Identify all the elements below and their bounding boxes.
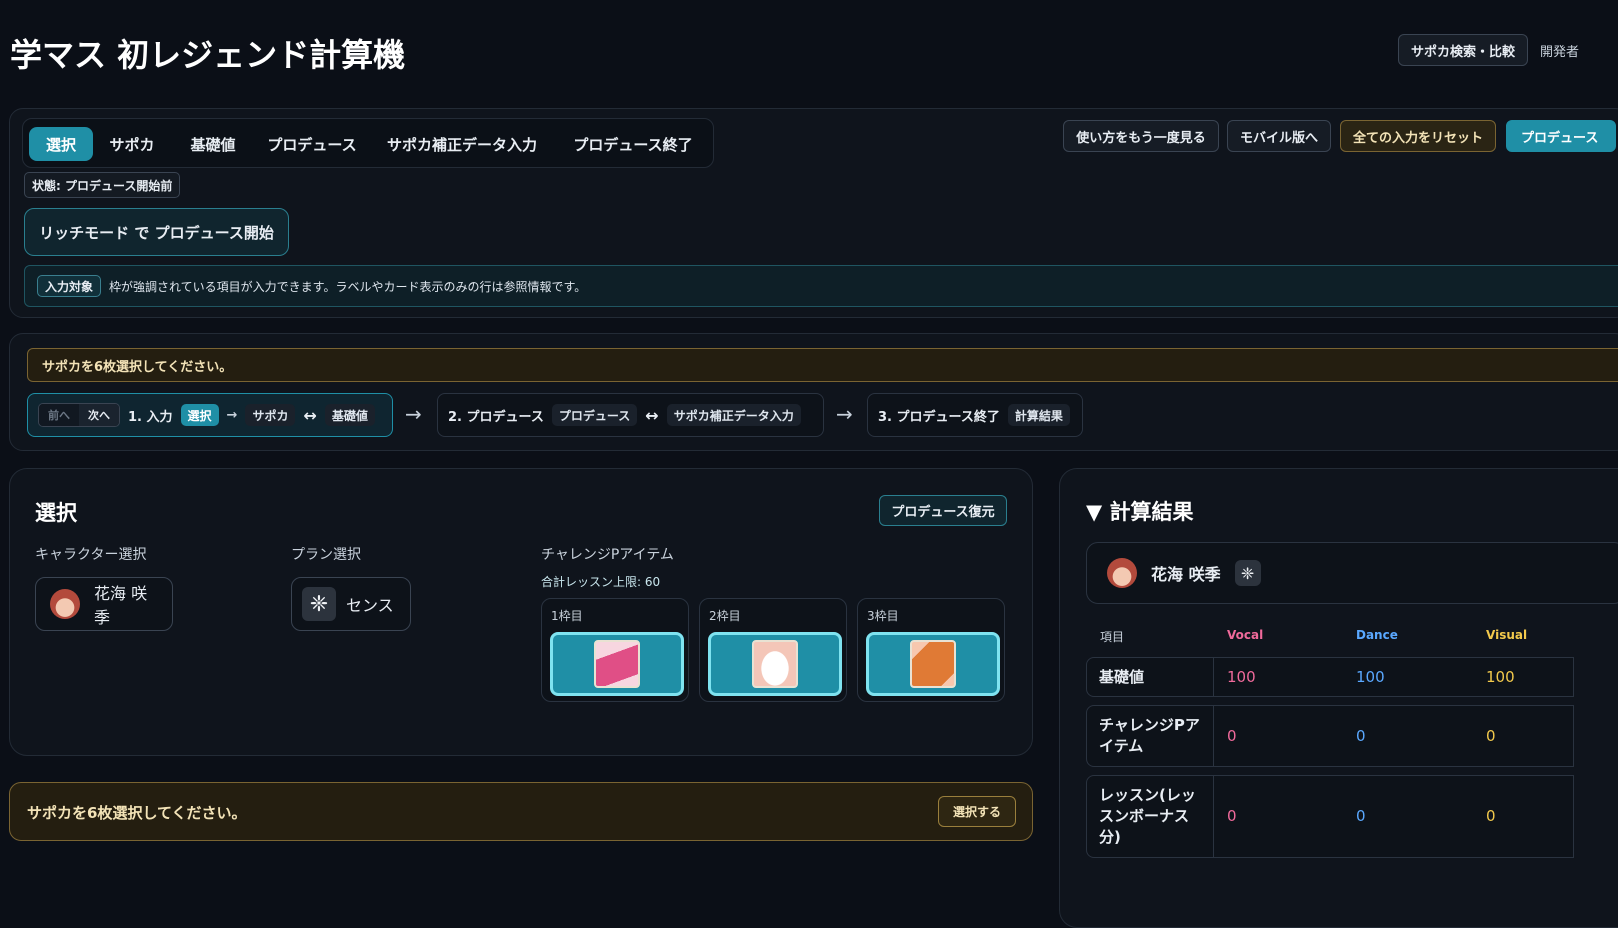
tab-select[interactable]: 選択 (29, 127, 93, 161)
step1-support-card[interactable]: サポカ (245, 404, 296, 426)
flow-panel: サポカを6枚選択してください。 前へ 次へ 1. 入力 選択 → サポカ ↔ 基… (9, 333, 1618, 451)
col-header-dance: Dance (1356, 628, 1398, 642)
support-card-search-button[interactable]: サポカ検索・比較 (1398, 34, 1528, 66)
slot-label: 1枠目 (551, 609, 583, 623)
plan-select[interactable]: ❈ センス (291, 577, 411, 631)
vocal-value: 0 (1227, 807, 1237, 825)
result-character-name: 花海 咲季 (1151, 565, 1221, 584)
info-bar: 入力対象 枠が強調されている項目が入力できます。ラベルやカード表示のみの行は参照… (24, 265, 1618, 307)
sense-plan-icon: ❈ (1234, 560, 1261, 586)
tab-produce[interactable]: プロデュース (259, 127, 365, 161)
flow-warning: サポカを6枚選択してください。 (27, 348, 1618, 382)
visual-value: 0 (1486, 807, 1496, 825)
step3-result[interactable]: 計算結果 (1007, 404, 1070, 426)
dance-value: 100 (1356, 668, 1385, 686)
input-target-tag: 入力対象 (37, 275, 102, 297)
prev-button[interactable]: 前へ (39, 404, 79, 426)
status-badge: 状態: プロデュース開始前 (24, 172, 181, 198)
mobile-version-button[interactable]: モバイル版へ (1227, 120, 1331, 152)
visual-value: 100 (1486, 668, 1515, 686)
plan-select-label: プラン選択 (291, 547, 361, 563)
col-header-vocal: Vocal (1227, 628, 1264, 642)
row-label: 基礎値 (1086, 657, 1214, 697)
flow-warning-text: サポカを6枚選択してください。 (42, 359, 233, 375)
slot-label: 3枠目 (867, 609, 899, 623)
vocal-value: 0 (1227, 727, 1237, 745)
restore-produce-button[interactable]: プロデュース復元 (879, 495, 1007, 526)
visual-value: 0 (1486, 727, 1496, 745)
col-header-visual: Visual (1486, 628, 1528, 642)
step1-title: 1. 入力 (128, 409, 173, 425)
row-body (1214, 775, 1574, 858)
produce-button[interactable]: プロデュース (1506, 120, 1616, 152)
white-hat-item-icon (752, 640, 798, 688)
step2-support-card-correction[interactable]: サポカ補正データ入力 (666, 404, 801, 426)
dance-value: 0 (1356, 807, 1366, 825)
result-heading: ▼ 計算結果 (1086, 500, 1194, 524)
character-avatar-icon (1107, 558, 1137, 588)
character-select-value: 花海 咲季 (94, 584, 148, 627)
tab-base-stats[interactable]: 基礎値 (173, 127, 253, 161)
challenge-slot-2[interactable]: 2枠目 (699, 598, 847, 702)
select-heading: 選択 (35, 501, 77, 525)
info-text: 枠が強調されている項目が入力できます。ラベルやカード表示のみの行は参照情報です。 (109, 279, 587, 294)
step1-base-stats[interactable]: 基礎値 (324, 404, 375, 426)
tab-support-card-correction[interactable]: サポカ補正データ入力 (373, 127, 551, 161)
tab-support-card[interactable]: サポカ (99, 127, 165, 161)
challenge-slots: 1枠目 2枠目 3枠目 (541, 598, 1008, 704)
flow-step-input: 前へ 次へ 1. 入力 選択 → サポカ ↔ 基礎値 (27, 393, 393, 437)
flow-arrow-icon: → (226, 407, 238, 423)
slot-item[interactable] (708, 632, 842, 696)
select-support-card-button[interactable]: 選択する (938, 796, 1016, 827)
step1-select[interactable]: 選択 (180, 404, 219, 426)
select-panel: 選択 プロデュース復元 キャラクター選択 花海 咲季 プラン選択 ❈ センス チ… (9, 468, 1033, 756)
nav-panel: 選択 サポカ 基礎値 プロデュース サポカ補正データ入力 プロデュース終了 使い… (9, 108, 1618, 318)
start-produce-button[interactable]: リッチモード で プロデュース開始 (24, 208, 289, 256)
character-avatar-icon (50, 589, 80, 619)
result-panel: ▼ 計算結果 花海 咲季 ❈ 項目 Vocal Dance Visual 基礎値… (1059, 468, 1618, 928)
tab-produce-end[interactable]: プロデュース終了 (559, 127, 707, 161)
slot-item[interactable] (550, 632, 684, 696)
dance-value: 0 (1356, 727, 1366, 745)
vocal-value: 100 (1227, 668, 1256, 686)
flow-step-produce-end: 3. プロデュース終了 計算結果 (867, 393, 1083, 437)
sense-plan-icon: ❈ (302, 587, 336, 621)
plan-select-value: センス (346, 596, 394, 615)
page-title: 学マス 初レジェンド計算機 (10, 36, 406, 74)
slot-item[interactable] (866, 632, 1000, 696)
reset-all-button[interactable]: 全ての入力をリセット (1340, 120, 1496, 152)
support-card-warning-text: サポカを6枚選択してください。 (27, 804, 247, 822)
orange-cloth-item-icon (910, 640, 956, 688)
character-select-label: キャラクター選択 (35, 547, 147, 563)
result-table: 項目 Vocal Dance Visual 基礎値 100 100 100 チャ… (1086, 626, 1618, 926)
flow-step-produce: 2. プロデュース プロデュース ↔ サポカ補正データ入力 (437, 393, 824, 437)
row-body (1214, 657, 1574, 697)
row-label: レッスン(レッスンボーナス分) (1086, 775, 1214, 858)
row-label: チャレンジPアイテム (1086, 705, 1214, 767)
flow-arrow-icon: → (405, 402, 422, 426)
lesson-limit-text: 合計レッスン上限: 60 (541, 575, 661, 589)
col-header-item: 項目 (1100, 630, 1125, 644)
challenge-item-label: チャレンジPアイテム (541, 547, 674, 563)
slot-label: 2枠目 (709, 609, 741, 623)
row-body (1214, 705, 1574, 767)
developer-link[interactable]: 開発者 (1540, 41, 1579, 60)
pink-card-item-icon (594, 640, 640, 688)
support-card-warning: サポカを6枚選択してください。 選択する (9, 782, 1033, 841)
step2-produce[interactable]: プロデュース (551, 404, 638, 426)
challenge-slot-3[interactable]: 3枠目 (857, 598, 1005, 702)
flow-arrow-icon: → (836, 402, 853, 426)
result-character-card: 花海 咲季 ❈ (1086, 542, 1618, 604)
show-tutorial-button[interactable]: 使い方をもう一度見る (1063, 120, 1219, 152)
character-select[interactable]: 花海 咲季 (35, 577, 173, 631)
tab-bar: 選択 サポカ 基礎値 プロデュース サポカ補正データ入力 プロデュース終了 (22, 118, 714, 168)
challenge-slot-1[interactable]: 1枠目 (541, 598, 689, 702)
swap-arrow-icon: ↔ (645, 405, 659, 425)
prev-next-group: 前へ 次へ (38, 403, 120, 427)
swap-arrow-icon: ↔ (303, 405, 317, 425)
step2-title: 2. プロデュース (448, 409, 544, 425)
step3-title: 3. プロデュース終了 (878, 409, 1000, 425)
next-button[interactable]: 次へ (79, 404, 119, 426)
